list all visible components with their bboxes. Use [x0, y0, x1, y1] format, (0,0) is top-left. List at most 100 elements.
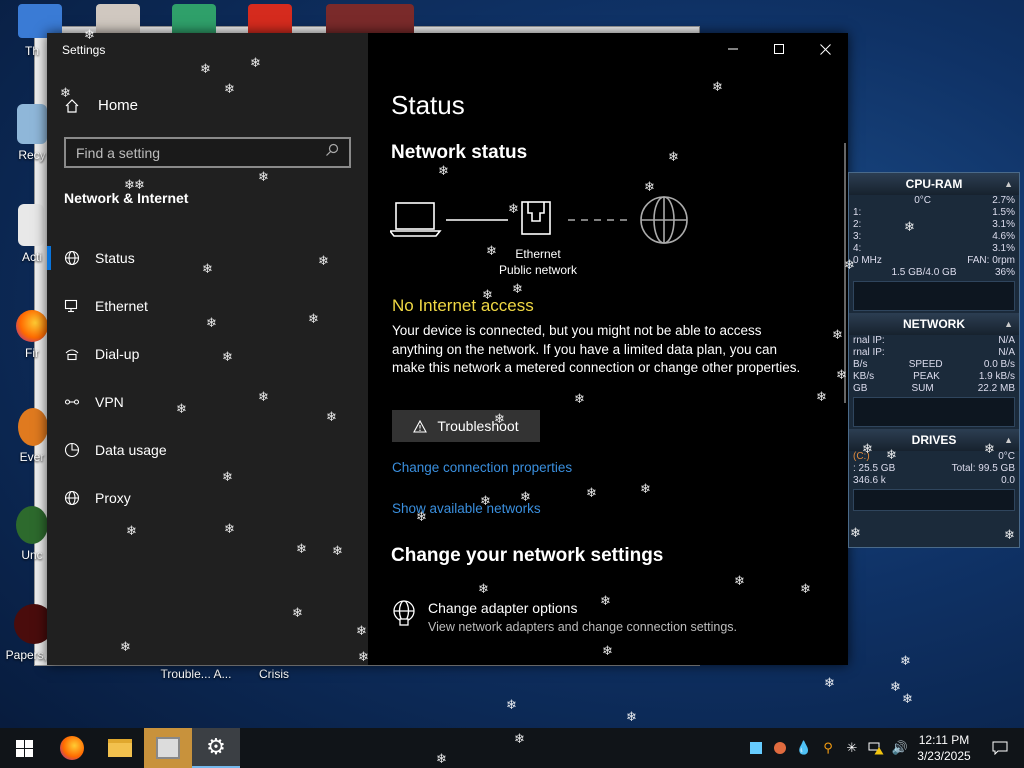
ip-row: rnal IP: N/A: [849, 347, 1019, 359]
core-value: 1.5%: [992, 207, 1015, 218]
taskbar-settings[interactable]: ⚙: [192, 728, 240, 768]
change-adapter-options[interactable]: Change adapter options View network adap…: [392, 600, 737, 634]
ip-value: N/A: [998, 347, 1015, 358]
adapter-title: Change adapter options: [428, 600, 578, 616]
nav-item-data-usage[interactable]: Data usage: [47, 426, 368, 474]
snowflake-icon: ❄: [506, 698, 517, 713]
adapter-icon: [392, 600, 416, 634]
file-icon: [18, 204, 44, 246]
desktop-icon-label: Crisis: [259, 667, 289, 681]
search-icon[interactable]: [325, 143, 339, 162]
fan-speed: FAN: 0rpm: [967, 255, 1015, 266]
nav-item-dial-up[interactable]: Dial-up: [47, 330, 368, 378]
search-input[interactable]: [76, 144, 325, 161]
ip-label: rnal IP:: [853, 335, 885, 346]
cpu-summary: 0°C 2.7%: [849, 195, 1019, 207]
nav-item-label: Dial-up: [95, 346, 140, 362]
window-title: Settings: [62, 43, 106, 57]
tray-snowflake-icon[interactable]: ✳: [840, 728, 864, 768]
drive-io-row: 346.6 k 0.0: [849, 475, 1019, 487]
speed-label: SPEED: [908, 359, 943, 370]
nav-item-proxy[interactable]: Proxy: [47, 474, 368, 522]
sum-left: GB: [853, 383, 868, 394]
connection-description: Your device is connected, but you might …: [392, 323, 801, 375]
ethernet-name: Ethernet: [515, 247, 561, 261]
drive-io-write: 0.0: [1001, 475, 1015, 486]
sum-label: SUM: [911, 383, 934, 394]
clock[interactable]: 12:11 PM 3/23/2025: [912, 732, 976, 764]
snowflake-icon: ❄: [900, 654, 911, 669]
speed-value: 0.0 B/s: [983, 359, 1015, 370]
clock-date: 3/23/2025: [917, 749, 971, 763]
ram-graph: [853, 281, 1015, 311]
change-connection-properties-link[interactable]: Change connection properties: [392, 460, 572, 475]
core-label: 1:: [853, 207, 862, 218]
drive-io-read: 346.6 k: [853, 475, 886, 486]
taskbar-file-explorer[interactable]: [96, 728, 144, 768]
drive-size-row: : 25.5 GB Total: 99.5 GB: [849, 463, 1019, 475]
close-button[interactable]: [802, 33, 848, 65]
settings-content-pane: Status Network status Ethernet Public ne: [368, 33, 848, 665]
peak-left: KB/s: [853, 371, 875, 382]
tray-drop-icon[interactable]: 💧: [792, 728, 816, 768]
snowflake-icon: ❄: [902, 692, 913, 707]
peak-row: KB/s PEAK 1.9 kB/s: [849, 371, 1019, 383]
ethernet-icon: [64, 298, 80, 314]
tray-app-icon[interactable]: [768, 728, 792, 768]
tray-search-icon[interactable]: ⚲: [816, 728, 840, 768]
collapse-icon[interactable]: ▲: [1004, 319, 1013, 329]
nav-item-vpn[interactable]: VPN: [47, 378, 368, 426]
connection-state: No Internet access: [392, 296, 534, 315]
recycle-bin-icon: [17, 104, 47, 144]
network-graph: [853, 397, 1015, 427]
notification-icon[interactable]: [976, 728, 1024, 768]
core-row: 4: 3.1%: [849, 243, 1019, 255]
drive-total: Total: 99.5 GB: [951, 463, 1015, 474]
core-label: 2:: [853, 219, 862, 230]
speed-left: B/s: [853, 359, 868, 370]
drive-row: (C:) 0°C: [849, 451, 1019, 463]
sum-value: 22.2 MB: [977, 383, 1015, 394]
start-button[interactable]: [0, 728, 48, 768]
windows-icon: [15, 739, 33, 757]
maximize-button[interactable]: [756, 33, 802, 65]
drive-label: (C:): [853, 451, 870, 462]
core-label: 3:: [853, 231, 862, 242]
desktop-icon-crisis[interactable]: Crisis: [242, 667, 306, 681]
settings-nav-pane: Settings Home Network & Internet Status: [47, 33, 368, 665]
nav-item-ethernet[interactable]: Ethernet: [47, 282, 368, 330]
nav-item-status[interactable]: Status: [47, 234, 368, 282]
network-warning-icon[interactable]: [864, 728, 888, 768]
core-row: 1: 1.5%: [849, 207, 1019, 219]
troubleshoot-button[interactable]: Troubleshoot: [392, 410, 540, 442]
nav-item-label: Proxy: [95, 490, 131, 506]
search-box[interactable]: [64, 137, 351, 168]
ethernet-label: Ethernet Public network: [488, 246, 588, 278]
tray-monitor-icon[interactable]: [744, 728, 768, 768]
collapse-icon[interactable]: ▲: [1004, 435, 1013, 445]
home-link[interactable]: Home: [64, 97, 138, 114]
freq-row: 0 MHz FAN: 0rpm: [849, 255, 1019, 267]
desktop-icon-trouble[interactable]: Trouble... A...: [156, 667, 236, 681]
window-caption-buttons: [710, 33, 848, 65]
nav-item-label: VPN: [95, 394, 124, 410]
everything-icon: [18, 408, 48, 446]
scrollbar[interactable]: [844, 143, 846, 403]
troubleshoot-label: Troubleshoot: [437, 418, 519, 434]
show-available-networks-link[interactable]: Show available networks: [392, 501, 541, 516]
desktop-icon-label: Ever: [19, 450, 45, 464]
taskbar-app[interactable]: [144, 728, 192, 768]
snowflake-icon: ❄: [824, 676, 835, 691]
minimize-button[interactable]: [710, 33, 756, 65]
adapter-description: View network adapters and change connect…: [428, 620, 737, 634]
home-label: Home: [98, 97, 139, 114]
folder-icon: [108, 739, 132, 757]
collapse-icon[interactable]: ▲: [1004, 179, 1013, 189]
desktop-icon-label: Th: [24, 44, 39, 58]
volume-icon[interactable]: 🔊: [888, 728, 912, 768]
desktop-icon-label: Acti: [21, 250, 42, 264]
settings-window: Settings Home Network & Internet Status: [47, 33, 848, 665]
desktop-icon-label: Recy: [18, 148, 46, 162]
speed-row: B/s SPEED 0.0 B/s: [849, 359, 1019, 371]
taskbar-firefox[interactable]: [48, 728, 96, 768]
